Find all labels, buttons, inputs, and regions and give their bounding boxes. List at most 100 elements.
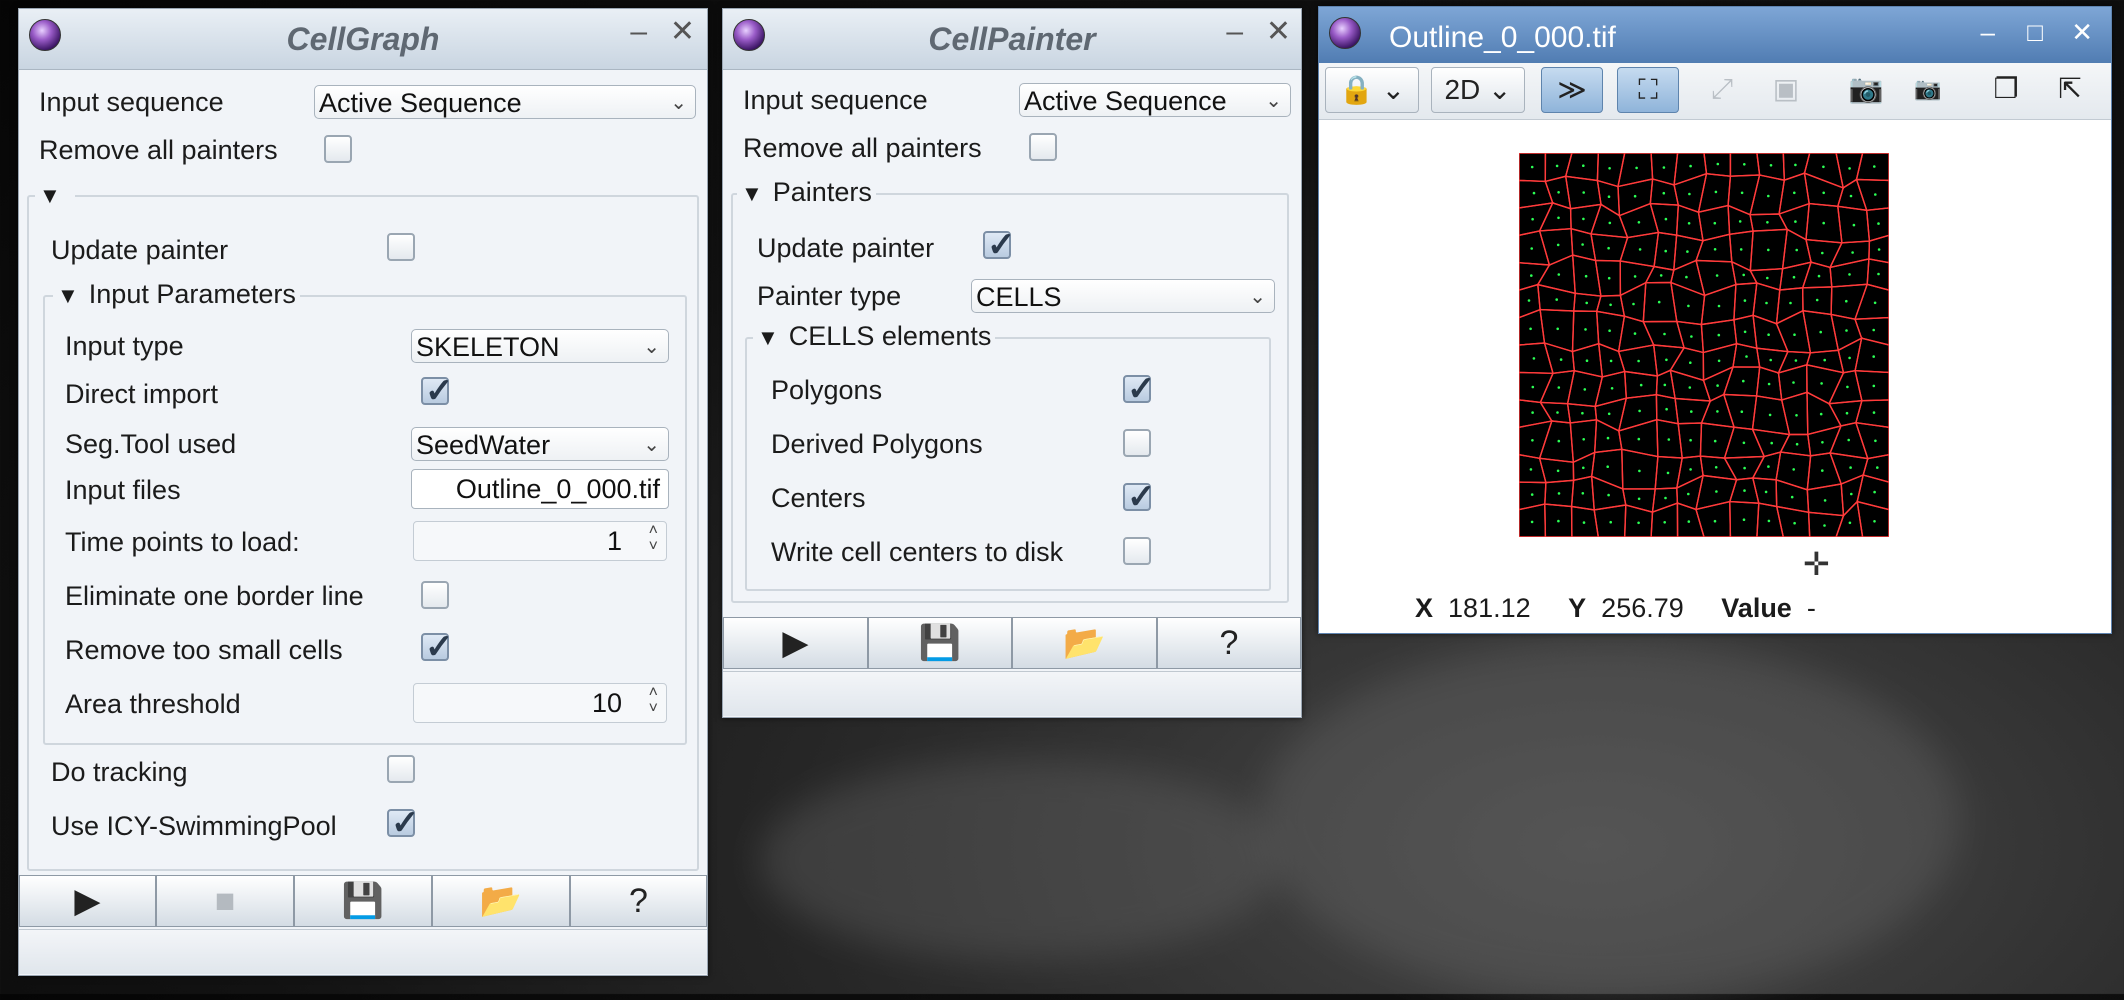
maximize-icon[interactable]: □ bbox=[2027, 17, 2043, 47]
load-button[interactable]: 📂 bbox=[432, 875, 570, 927]
cell-outline bbox=[1543, 341, 1576, 375]
viewer-window: Outline_0_000.tif – □ ✕ 🔒 ⌄ 2D ⌄ ≫ ⛶ ⤢ ▣… bbox=[1318, 6, 2112, 634]
update-painter-checkbox[interactable] bbox=[387, 233, 415, 261]
overlay-icon: ▣ bbox=[1772, 73, 1800, 104]
checkmark-icon: ✓ bbox=[1127, 478, 1156, 516]
sync-button[interactable]: ≫ bbox=[1541, 67, 1603, 113]
run-button[interactable]: ▶ bbox=[19, 875, 156, 927]
fullscreen-button[interactable]: ⤢ bbox=[1697, 67, 1747, 113]
cell-center bbox=[1555, 164, 1559, 168]
chevron-down-icon: ⌄ bbox=[643, 336, 660, 358]
cell-center bbox=[1822, 221, 1825, 225]
detach-button[interactable]: ⇱ bbox=[2043, 67, 2097, 113]
write-centers-checkbox[interactable] bbox=[1123, 537, 1151, 565]
help-button[interactable]: ? bbox=[1157, 617, 1301, 669]
cell-center bbox=[1688, 192, 1691, 196]
view-mode-value: 2D bbox=[1444, 74, 1481, 105]
cell-center bbox=[1714, 466, 1718, 469]
polygons-checkbox[interactable]: ✓ bbox=[1123, 370, 1156, 408]
cell-center bbox=[1662, 166, 1666, 169]
do-tracking-checkbox[interactable] bbox=[387, 755, 415, 783]
cell-center bbox=[1769, 164, 1773, 167]
painter-type-select[interactable]: CELLS ⌄ bbox=[971, 279, 1275, 313]
input-files-field[interactable]: Outline_0_000.tif bbox=[411, 469, 669, 509]
y-value: 256.79 bbox=[1601, 593, 1684, 623]
cell-outline bbox=[1722, 366, 1761, 397]
cell-outline bbox=[1775, 309, 1812, 354]
input-sequence-select[interactable]: Active Sequence ⌄ bbox=[1019, 83, 1291, 117]
cell-center bbox=[1581, 492, 1585, 495]
cell-outline bbox=[1538, 457, 1575, 484]
cell-outline bbox=[1780, 391, 1809, 436]
remove-painters-checkbox[interactable] bbox=[1029, 133, 1057, 161]
load-button[interactable]: 📂 bbox=[1012, 617, 1157, 669]
help-icon: ? bbox=[629, 882, 648, 920]
close-icon[interactable]: ✕ bbox=[670, 17, 695, 47]
fit-to-window-button[interactable]: ⛶ bbox=[1617, 67, 1679, 113]
cell-center bbox=[1874, 193, 1877, 196]
viewer-titlebar[interactable]: Outline_0_000.tif – □ ✕ bbox=[1319, 7, 2111, 66]
minimize-icon[interactable]: – bbox=[630, 17, 647, 47]
cell-center bbox=[1609, 303, 1612, 307]
time-points-spinner[interactable]: 1 ˄ ˅ bbox=[413, 521, 667, 561]
cell-center bbox=[1609, 359, 1613, 363]
view-mode-button[interactable]: 2D ⌄ bbox=[1431, 67, 1525, 113]
seg-tool-select[interactable]: SeedWater ⌄ bbox=[411, 427, 669, 461]
cell-center bbox=[1687, 520, 1691, 523]
cell-center bbox=[1637, 359, 1640, 363]
save-button[interactable]: 💾 bbox=[294, 875, 432, 927]
eliminate-border-checkbox[interactable] bbox=[421, 581, 449, 609]
painters-toggle[interactable]: ▼ Painters bbox=[737, 177, 876, 208]
cell-center bbox=[1713, 439, 1717, 443]
help-button[interactable]: ? bbox=[570, 875, 707, 927]
close-icon[interactable]: ✕ bbox=[1266, 17, 1291, 47]
overlay-button[interactable]: ▣ bbox=[1761, 67, 1811, 113]
cell-center bbox=[1713, 519, 1717, 523]
save-button[interactable]: 💾 bbox=[868, 617, 1012, 669]
cell-center bbox=[1851, 251, 1854, 254]
cellpainter-titlebar[interactable]: CellPainter – ✕ bbox=[723, 9, 1301, 70]
spinner-down-icon[interactable]: ˅ bbox=[649, 538, 658, 556]
cell-center bbox=[1793, 521, 1796, 525]
cellgraph-titlebar[interactable]: CellGraph – ✕ bbox=[19, 9, 707, 70]
input-parameters-toggle[interactable]: ▼ Input Parameters bbox=[53, 279, 300, 310]
cell-center bbox=[1530, 165, 1534, 169]
remove-painters-checkbox[interactable] bbox=[324, 135, 352, 163]
centers-checkbox[interactable]: ✓ bbox=[1123, 478, 1156, 516]
image-canvas[interactable] bbox=[1518, 152, 1890, 538]
eliminate-border-label: Eliminate one border line bbox=[65, 581, 364, 611]
area-threshold-spinner[interactable]: 10 ˄ ˅ bbox=[413, 683, 667, 723]
input-sequence-select[interactable]: Active Sequence ⌄ bbox=[314, 85, 696, 119]
cell-center bbox=[1530, 274, 1533, 277]
update-painter-checkbox[interactable]: ✓ bbox=[983, 226, 1016, 264]
minimize-icon[interactable]: – bbox=[1226, 17, 1243, 47]
spinner-down-icon[interactable]: ˅ bbox=[649, 700, 658, 718]
input-type-select[interactable]: SKELETON ⌄ bbox=[411, 329, 669, 363]
main-options-toggle[interactable]: ▼ bbox=[35, 179, 75, 210]
direct-import-checkbox[interactable]: ✓ bbox=[421, 372, 454, 410]
cell-center bbox=[1582, 164, 1585, 167]
stop-button[interactable]: ■ bbox=[156, 875, 294, 927]
cell-center bbox=[1848, 356, 1851, 360]
swimming-pool-checkbox[interactable]: ✓ bbox=[387, 804, 420, 842]
run-button[interactable]: ▶ bbox=[723, 617, 868, 669]
cell-center bbox=[1664, 217, 1668, 221]
icy-app-icon bbox=[1329, 17, 1361, 49]
screenshot-small-button[interactable]: 📷 bbox=[1903, 67, 1953, 113]
screenshot-button[interactable]: 📷 bbox=[1839, 67, 1893, 113]
collapse-triangle-icon: ▼ bbox=[57, 283, 79, 308]
cell-center bbox=[1557, 492, 1561, 495]
minimize-icon[interactable]: – bbox=[1981, 17, 1995, 47]
cell-center bbox=[1742, 518, 1746, 521]
cell-outline bbox=[1803, 172, 1845, 208]
cells-elements-toggle[interactable]: ▼ CELLS elements bbox=[753, 321, 996, 352]
cell-center bbox=[1795, 414, 1798, 417]
duplicate-icon: ❐ bbox=[1993, 73, 2019, 104]
lock-button[interactable]: 🔒 ⌄ bbox=[1325, 67, 1419, 113]
close-icon[interactable]: ✕ bbox=[2071, 17, 2093, 47]
remove-small-cells-checkbox[interactable]: ✓ bbox=[421, 628, 454, 666]
duplicate-button[interactable]: ❐ bbox=[1979, 67, 2033, 113]
derived-polygons-checkbox[interactable] bbox=[1123, 429, 1151, 457]
input-parameters-title: Input Parameters bbox=[88, 279, 296, 309]
cell-center bbox=[1767, 194, 1770, 198]
